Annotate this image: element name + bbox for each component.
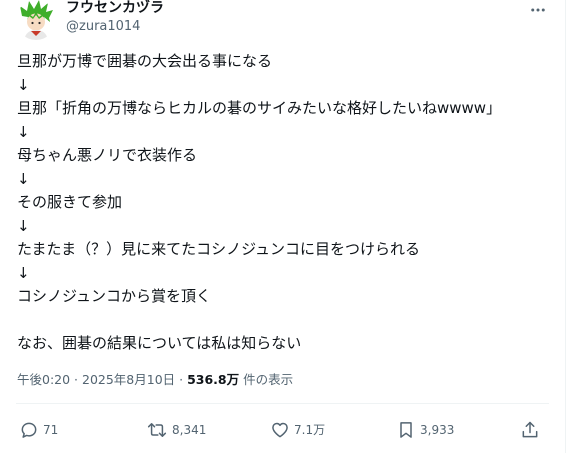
post-line: [17, 309, 547, 333]
repost-button[interactable]: 8,341: [146, 419, 206, 441]
post-meta: 午後0:20 · 2025年8月10日 · 536.8万 件の表示: [17, 372, 293, 388]
post-line: たまたま（？）見に来てたコシノジュンコに目をつけられる: [17, 240, 421, 258]
post-line: ↓: [17, 216, 30, 235]
bookmark-count: 3,933: [420, 423, 455, 437]
post-line: なお、囲碁の結果については私は知らない: [17, 334, 302, 352]
post-line: ↓: [17, 122, 30, 141]
heart-icon: [272, 422, 288, 438]
meta-separator: ·: [70, 372, 82, 387]
post-time[interactable]: 午後0:20: [17, 372, 70, 387]
post-card: フウセンカヅラ @zura1014 旦那が万博で囲碁の大会出る事になる ↓ 旦那…: [0, 0, 566, 453]
post-line: コシノジュンコから賞を頂く: [17, 287, 211, 305]
reply-bubble-icon: [21, 422, 37, 438]
reply-button[interactable]: 71: [19, 419, 58, 441]
share-button[interactable]: [520, 419, 540, 441]
post-line: ↓: [17, 263, 30, 282]
avatar[interactable]: [16, 0, 56, 40]
bookmark-button[interactable]: 3,933: [396, 419, 454, 441]
post-line: 旦那「折角の万博ならヒカルの碁のサイみたいな格好したいねwwww」: [17, 99, 502, 117]
post-text: 旦那が万博で囲碁の大会出る事になる ↓ 旦那「折角の万博ならヒカルの碁のサイみた…: [17, 50, 547, 356]
post-line: ↓: [17, 75, 30, 94]
share-upload-icon: [522, 421, 538, 438]
avatar-image: [16, 0, 56, 40]
user-handle[interactable]: @zura1014: [66, 19, 140, 35]
meta-separator: ·: [175, 372, 188, 387]
view-count-suffix: 件の表示: [239, 372, 294, 387]
like-button[interactable]: 7.1万: [270, 419, 325, 441]
post-line: その服きて参加: [17, 193, 123, 211]
bookmark-icon: [400, 422, 412, 438]
post-line: 旦那が万博で囲碁の大会出る事になる: [17, 52, 273, 70]
display-name[interactable]: フウセンカヅラ: [66, 0, 164, 17]
more-dots-icon: [531, 8, 545, 12]
repost-count: 8,341: [172, 423, 207, 437]
post-line: 母ちゃん悪ノリで衣装作る: [17, 146, 198, 164]
reply-count: 71: [43, 423, 59, 437]
post-date[interactable]: 2025年8月10日: [82, 372, 175, 387]
post-line: ↓: [17, 169, 30, 188]
view-count: 536.8万: [187, 372, 240, 387]
repost-icon: [147, 423, 167, 437]
like-count: 7.1万: [294, 423, 326, 437]
more-options-button[interactable]: [526, 0, 550, 20]
divider: [16, 403, 549, 404]
